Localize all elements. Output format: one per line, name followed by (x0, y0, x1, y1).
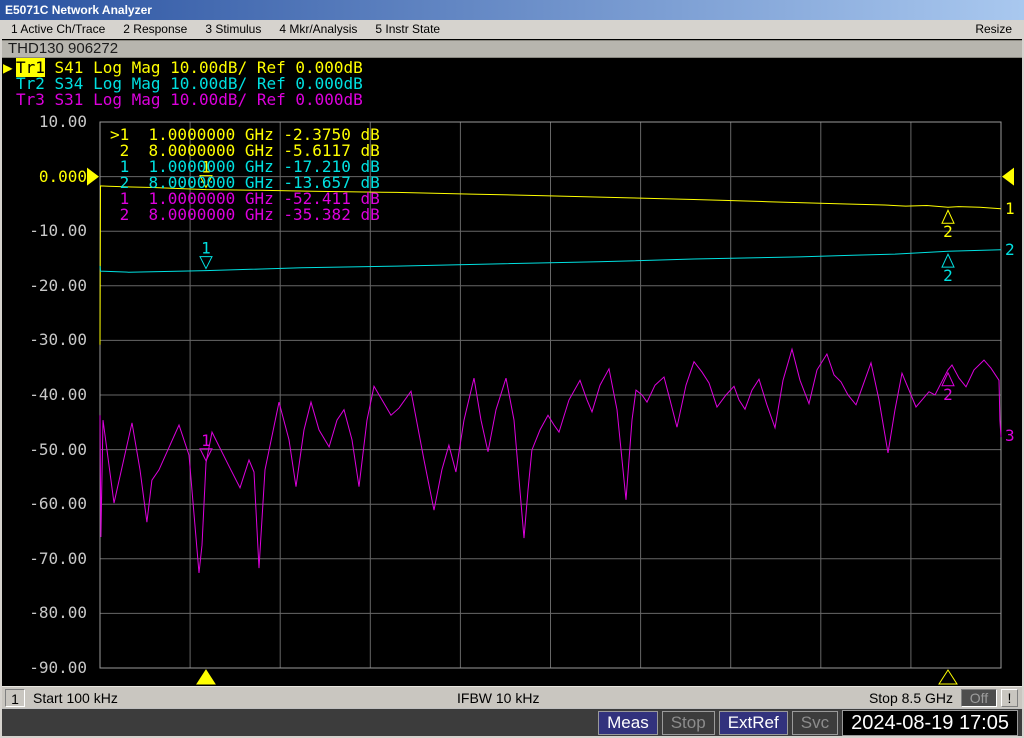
ifbw-label: IFBW 10 kHz (457, 689, 540, 706)
y-axis-tick-label: 0.000 (38, 166, 87, 186)
channel-title-bar: THD130 906272 (2, 40, 1022, 58)
trace-number-label: 2 (1005, 240, 1015, 260)
alert-button[interactable]: ! (1001, 688, 1018, 707)
y-axis-tick-label: -40.00 (29, 385, 87, 404)
trace-name: Tr3 (16, 90, 45, 109)
marker-readout-table: >1 1.0000000 GHz -2.3750 dB 2 8.0000000 … (110, 127, 380, 223)
trace-legend-line-tr3[interactable]: Tr3 S31 Log Mag 10.00dB/ Ref 0.000dB (3, 92, 363, 108)
datetime-display: 2024-08-19 17:05 (842, 709, 1018, 736)
marker-number-label: 2 (943, 385, 953, 404)
y-axis-tick-label: -90.00 (29, 658, 87, 677)
y-axis-tick-label: -70.00 (29, 548, 87, 568)
marker-number-label: 1 (201, 239, 211, 258)
window-title: E5071C Network Analyzer (5, 3, 152, 17)
trace-number-label: 3 (1005, 425, 1015, 445)
y-axis-tick-label: -60.00 (29, 494, 87, 514)
stop-frequency-label: Stop 8.5 GHz (868, 689, 953, 706)
stimulus-marker-active-icon (196, 669, 216, 685)
instrument-status-bar: Meas Stop ExtRef Svc 2024-08-19 17:05 (2, 708, 1022, 736)
stimulus-marker-icon (938, 669, 958, 685)
menu-item-4[interactable]: 4 Mkr/Analysis (270, 20, 366, 39)
menu-item-2[interactable]: 2 Response (114, 20, 196, 39)
marker-readout-line: 2 8.0000000 GHz -35.382 dB (110, 205, 380, 224)
marker-triangle (199, 448, 213, 462)
y-axis-tick-label: -10.00 (29, 221, 87, 241)
stimulus-status-bar: 1 Start 100 kHz IFBW 10 kHz Stop 8.5 GHz… (2, 686, 1022, 708)
marker-number-label: 2 (943, 266, 953, 285)
application-window: E5071C Network Analyzer 1 Active Ch/Trac… (0, 0, 1024, 738)
menu-bar: 1 Active Ch/Trace 2 Response 3 Stimulus 4 M… (2, 20, 1022, 39)
start-frequency-label: Start 100 kHz (33, 689, 118, 706)
y-axis-tick-label: -20.00 (29, 275, 87, 295)
menu-item-1[interactable]: 1 Active Ch/Trace (2, 20, 114, 39)
window-title-bar: E5071C Network Analyzer (0, 0, 1024, 20)
y-axis-tick-label: -80.00 (29, 603, 87, 623)
y-axis-tick-label: -50.00 (29, 439, 87, 459)
menu-item-3[interactable]: 3 Stimulus (196, 20, 270, 39)
resize-button[interactable]: Resize (965, 20, 1022, 39)
channel-title: THD130 906272 (8, 40, 119, 57)
trace-legend: ▶ Tr1 S41 Log Mag 10.00dB/ Ref 0.000dB Tr… (3, 58, 363, 108)
active-trace-arrow-icon (3, 92, 16, 108)
menu-item-5[interactable]: 5 Instr State (366, 20, 449, 39)
reference-level-triangle-right (1002, 167, 1014, 186)
analyzer-screen: 1 2 1 2 1 2 10.00 0.000 -10.00 -20.00 -30.00 -40.0… (2, 58, 1022, 686)
y-axis-tick-label: -30.00 (29, 330, 87, 350)
trigger-off-indicator: Off (961, 688, 997, 707)
status-indicator-stop: Stop (661, 710, 715, 735)
trace-format-text: S31 Log Mag 10.00dB/ Ref 0.000dB (44, 90, 363, 109)
y-axis-tick-label: 10.00 (38, 112, 87, 131)
marker-triangle (199, 256, 213, 270)
status-indicator-svc: Svc (791, 710, 839, 735)
trace-number-label: 1 (1005, 199, 1015, 219)
marker-number-label: 1 (201, 431, 211, 450)
channel-number-badge: 1 (5, 688, 25, 707)
marker-number-label: 2 (943, 222, 953, 241)
reference-level-triangle-left (87, 167, 99, 186)
status-indicator-meas: Meas (598, 710, 658, 735)
status-indicator-extref: ExtRef (718, 710, 788, 735)
